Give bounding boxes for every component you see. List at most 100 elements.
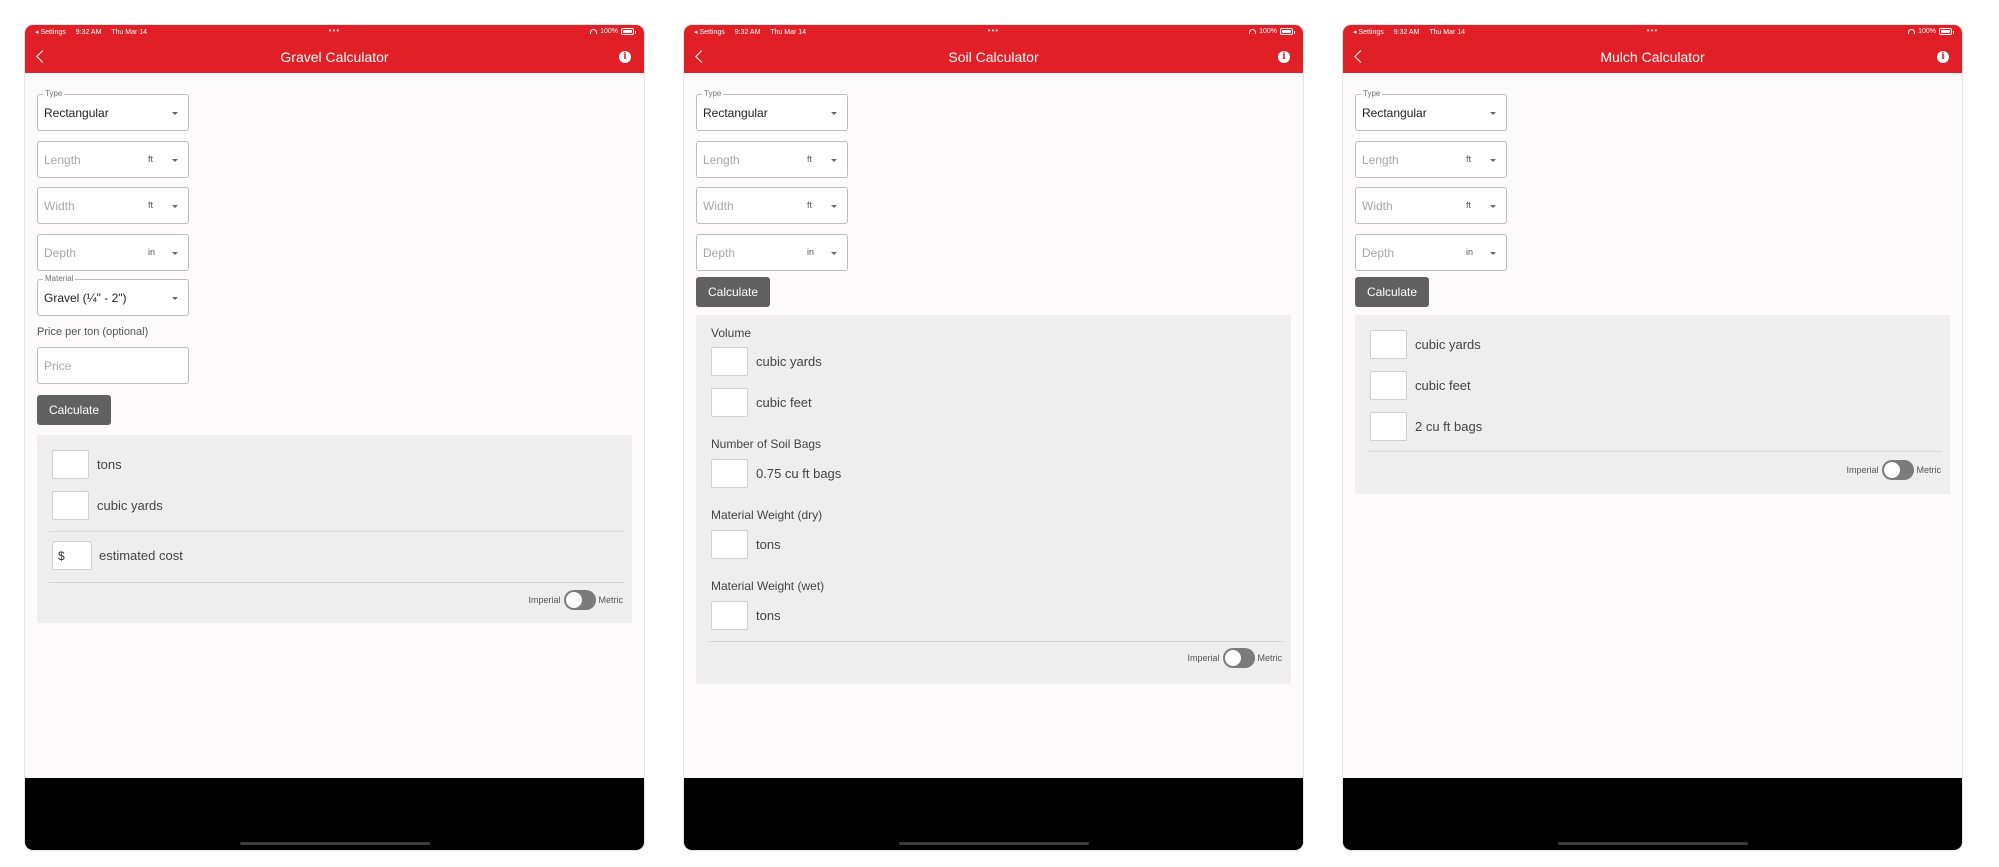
unit-toggle-row: Imperial Metric [1846,460,1941,480]
divider [49,582,624,583]
chevron-down-icon[interactable] [1490,252,1496,255]
divider [708,641,1283,642]
cubic-yards-label: cubic yards [1415,337,1481,352]
chevron-down-icon[interactable] [172,159,178,162]
imperial-metric-toggle[interactable] [1881,460,1914,480]
material-select[interactable]: Material Gravel (¼" - 2") [37,274,189,316]
page-title: Gravel Calculator [280,49,389,65]
length-input[interactable]: Length ft [696,141,848,178]
length-input[interactable]: Length ft [37,141,189,178]
estimated-cost-label: estimated cost [99,548,183,563]
width-placeholder: Width [703,199,734,213]
bags-result-box [711,459,748,488]
weight-wet-label: Material Weight (wet) [711,579,825,593]
depth-input[interactable]: Depth in [1355,234,1507,271]
type-label: Type [1361,89,1383,99]
info-icon[interactable]: i [1937,51,1949,63]
length-placeholder: Length [1362,153,1399,167]
weight-wet-result-box [711,601,748,630]
calculate-button[interactable]: Calculate [696,277,770,307]
depth-unit: in [148,247,156,257]
type-select[interactable]: Type Rectangular [37,89,189,131]
width-placeholder: Width [44,199,75,213]
chevron-down-icon[interactable] [831,205,837,208]
bottom-bar [684,778,1303,850]
status-date: Thu Mar 14 [111,29,148,36]
width-unit: ft [148,200,154,210]
length-placeholder: Length [703,153,740,167]
status-back-to-settings[interactable]: ◂ Settings [694,29,725,36]
info-icon[interactable]: i [1278,51,1290,63]
cubic-feet-result-box [1370,371,1407,400]
battery-icon [621,28,636,35]
battery-icon [1280,28,1295,35]
bottom-bar [1343,778,1962,850]
info-icon[interactable]: i [619,51,631,63]
app-bar: Gravel Calculator i [25,40,644,73]
wifi-icon [1249,29,1257,34]
bags-result-box [1370,412,1407,441]
depth-unit: in [807,247,815,257]
chevron-down-icon [172,297,178,300]
width-input[interactable]: Width ft [696,187,848,224]
status-time: 9:32 AM [75,29,102,36]
length-unit: ft [807,154,813,164]
calculate-button[interactable]: Calculate [1355,277,1429,307]
status-back-to-settings[interactable]: ◂ Settings [1353,29,1384,36]
app-bar: Soil Calculator i [684,40,1303,73]
weight-dry-unit: tons [756,537,781,552]
home-indicator[interactable] [898,842,1089,845]
price-input[interactable]: Price [37,347,189,384]
cubic-yards-result-box [711,347,748,376]
multitasking-dots[interactable]: ••• [329,26,340,35]
tons-label: tons [97,457,122,472]
home-indicator[interactable] [239,842,430,845]
type-select[interactable]: Type Rectangular [1355,89,1507,131]
cubic-feet-label: cubic feet [1415,378,1471,393]
results-panel: cubic yards cubic feet 2 cu ft bags Impe… [1355,315,1950,494]
width-input[interactable]: Width ft [1355,187,1507,224]
chevron-down-icon[interactable] [831,252,837,255]
battery-icon [1939,28,1954,35]
width-unit: ft [807,200,813,210]
chevron-down-icon[interactable] [1490,205,1496,208]
material-value: Gravel (¼" - 2") [44,291,127,305]
soil-bags-label: Number of Soil Bags [711,437,822,451]
width-input[interactable]: Width ft [37,187,189,224]
cubic-yards-result-box [1370,330,1407,359]
type-select[interactable]: Type Rectangular [696,89,848,131]
metric-label: Metric [598,595,624,605]
status-back-to-settings[interactable]: ◂ Settings [35,29,66,36]
multitasking-dots[interactable]: ••• [1647,26,1658,35]
multitasking-dots[interactable]: ••• [988,26,999,35]
metric-label: Metric [1916,465,1942,475]
imperial-metric-toggle[interactable] [563,590,596,610]
chevron-down-icon[interactable] [1490,159,1496,162]
chevron-down-icon[interactable] [831,159,837,162]
home-indicator[interactable] [1557,842,1748,845]
material-label: Material [43,274,76,284]
app-bar: Mulch Calculator i [1343,40,1962,73]
page-title: Soil Calculator [948,49,1039,65]
wifi-icon [1908,29,1916,34]
imperial-label: Imperial [528,595,561,605]
battery-percent: 100% [600,28,618,35]
gravel-calculator-screen: ◂ Settings 9:32 AM Thu Mar 14 ••• 100% G… [25,25,644,850]
calculate-button[interactable]: Calculate [37,395,111,425]
length-input[interactable]: Length ft [1355,141,1507,178]
calculator-form: Type Rectangular Length ft Width ft Dept… [684,73,1303,778]
width-unit: ft [1466,200,1472,210]
chevron-down-icon[interactable] [172,205,178,208]
calculator-form: Type Rectangular Length ft Width ft Dept… [25,73,644,778]
price-label: Price per ton (optional) [37,326,149,338]
depth-placeholder: Depth [703,246,736,260]
bags-unit-label: 0.75 cu ft bags [756,466,842,481]
depth-input[interactable]: Depth in [696,234,848,271]
depth-input[interactable]: Depth in [37,234,189,271]
chevron-down-icon[interactable] [172,252,178,255]
battery-percent: 100% [1918,28,1936,35]
type-value: Rectangular [1362,106,1427,120]
imperial-metric-toggle[interactable] [1222,648,1255,668]
volume-label: Volume [711,326,752,340]
price-placeholder: Price [44,359,72,373]
